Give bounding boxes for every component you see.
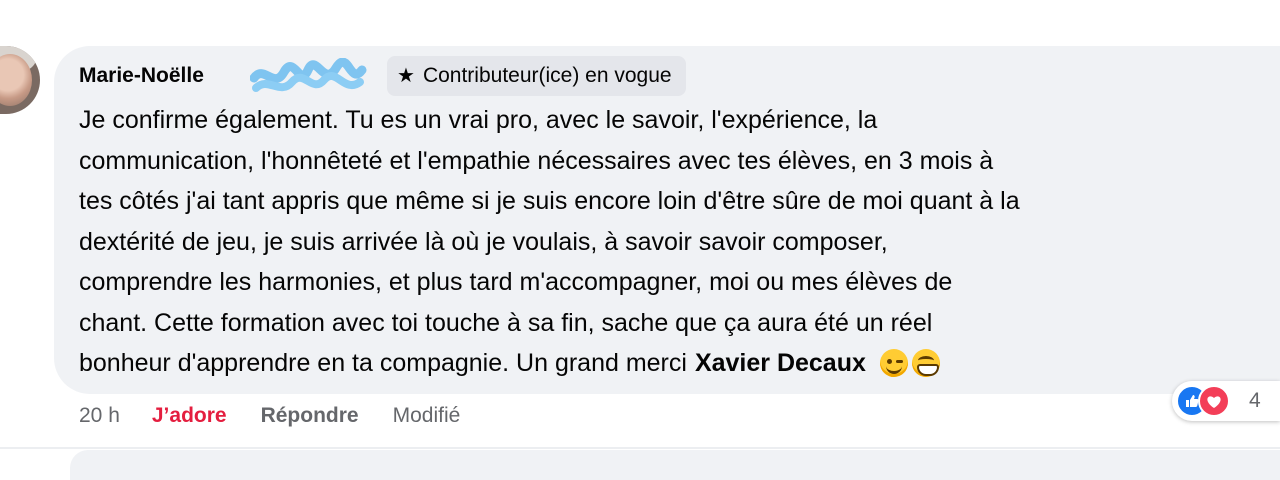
comment-line: communication, l'honnêteté et l'empathie… xyxy=(79,146,994,175)
reply-button[interactable]: Répondre xyxy=(261,404,359,428)
comment-line: dextérité de jeu, je suis arrivée là où … xyxy=(79,227,888,256)
badge-label: Contributeur(ice) en vogue xyxy=(422,64,672,87)
comment-last-line: bonheur d'apprendre en ta compagnie. Un … xyxy=(79,343,1269,384)
comment-text: Je confirme également. Tu es un vrai pro… xyxy=(79,100,1269,384)
emoji-group xyxy=(879,349,940,377)
comment-actions: 20 h J’adore Répondre Modifié xyxy=(79,404,460,428)
reaction-button[interactable]: J’adore xyxy=(152,404,227,428)
author-name[interactable]: Marie-Noëlle xyxy=(79,64,204,88)
comment-line: comprendre les harmonies, et plus tard m… xyxy=(79,268,953,296)
reaction-summary[interactable]: 4 xyxy=(1172,381,1280,421)
redacted-surname-scribble xyxy=(250,58,367,92)
timestamp[interactable]: 20 h xyxy=(79,404,120,428)
comment-line: tes côtés j'ai tant appris que même si j… xyxy=(79,187,1020,215)
edited-label[interactable]: Modifié xyxy=(393,404,461,428)
winking-face-emoji xyxy=(879,349,908,377)
grinning-face-emoji xyxy=(911,349,940,377)
love-icon xyxy=(1198,385,1230,417)
mention-link[interactable]: Xavier Decaux xyxy=(695,349,866,377)
divider xyxy=(0,447,1280,449)
comment-line: chant. Cette formation avec toi touche à… xyxy=(79,308,933,337)
star-icon: ★ xyxy=(397,65,415,87)
comment-line: Je confirme également. Tu es un vrai pro… xyxy=(79,106,878,134)
top-contributor-badge[interactable]: ★ Contributeur(ice) en vogue xyxy=(387,56,686,96)
next-comment-bubble xyxy=(70,450,1280,480)
author-avatar[interactable] xyxy=(0,46,40,114)
comment-line: bonheur d'apprendre en ta compagnie. Un … xyxy=(79,349,687,377)
reaction-count: 4 xyxy=(1249,389,1261,412)
